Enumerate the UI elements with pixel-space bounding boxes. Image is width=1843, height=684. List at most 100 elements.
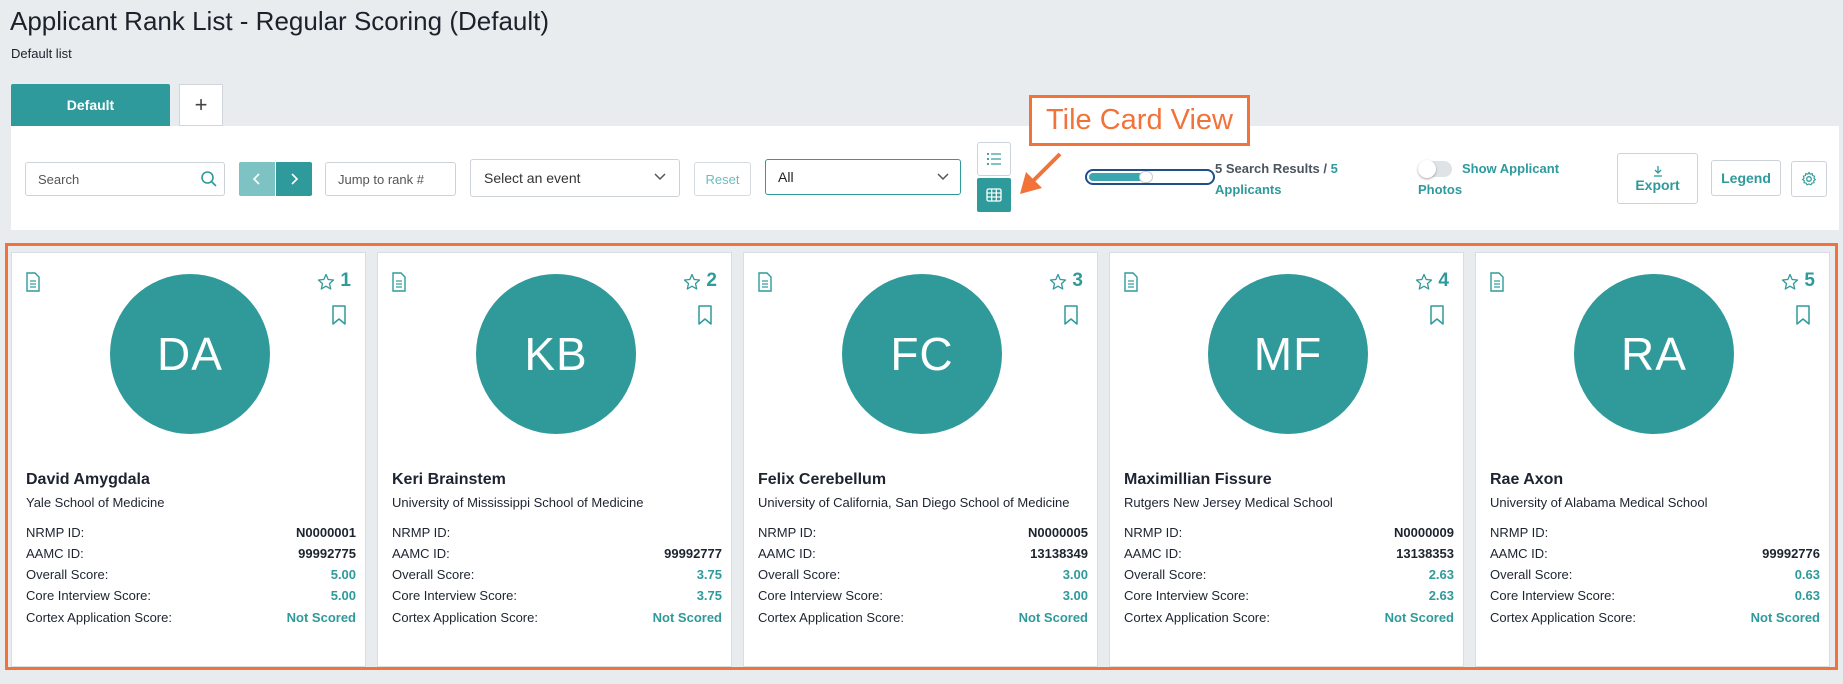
document-icon[interactable] [1123,272,1139,292]
nrmp-value: N0000005 [1028,525,1088,540]
core-interview-value: 3.00 [1062,588,1088,603]
tile-card-view-annotation: Tile Card View [1029,95,1250,146]
core-interview-label: Core Interview Score: [392,588,517,603]
cortex-score-row: Cortex Application Score: Not Scored [1124,610,1454,625]
document-icon[interactable] [25,272,41,292]
core-interview-label: Core Interview Score: [26,588,151,603]
applicant-name[interactable]: Maximillian Fissure [1124,471,1272,489]
aamc-value: 13138353 [1396,546,1454,561]
tile-view-button[interactable] [977,178,1011,212]
core-interview-row: Core Interview Score: 3.75 [392,588,722,603]
search-results-summary: 5 Search Results / 5 Applicants [1215,158,1355,200]
applicant-name[interactable]: Rae Axon [1490,471,1563,489]
annotation-arrow-icon [1020,152,1062,194]
star-icon[interactable] [1415,273,1433,291]
add-tab-button[interactable]: + [179,84,223,126]
applicant-school: University of California, San Diego Scho… [758,495,1070,510]
aamc-label: AAMC ID: [758,546,816,561]
search-input[interactable] [26,163,186,195]
cortex-score-row: Cortex Application Score: Not Scored [26,610,356,625]
applicant-name[interactable]: Keri Brainstem [392,471,506,489]
bookmark-icon[interactable] [1063,305,1079,325]
grid-icon [986,188,1002,202]
overall-score-row: Overall Score: 3.75 [392,567,722,582]
document-icon[interactable] [757,272,773,292]
bookmark-icon[interactable] [1429,305,1445,325]
search-box [25,162,225,196]
rank-number: 2 [706,270,717,291]
chevron-left-icon [252,173,260,185]
applicant-card[interactable]: 3 FC Felix Cerebellum University of Cali… [743,252,1098,667]
applicant-card[interactable]: 5 RA Rae Axon University of Alabama Medi… [1475,252,1830,667]
core-interview-value: 3.75 [696,588,722,603]
nrmp-value: N0000009 [1394,525,1454,540]
export-button[interactable]: Export [1617,153,1698,204]
applicant-card[interactable]: 1 DA David Amygdala Yale School of Medic… [11,252,366,667]
nrmp-value: N0000001 [296,525,356,540]
cortex-score-label: Cortex Application Score: [392,610,538,625]
star-icon[interactable] [1049,273,1067,291]
overall-score-value: 2.63 [1428,567,1454,582]
overall-score-row: Overall Score: 2.63 [1124,567,1454,582]
filter-select[interactable]: All [765,159,961,195]
aamc-value: 99992776 [1762,546,1820,561]
cortex-score-row: Cortex Application Score: Not Scored [392,610,722,625]
bookmark-icon[interactable] [697,305,713,325]
overall-score-row: Overall Score: 5.00 [26,567,356,582]
chevron-right-icon [291,173,299,185]
list-icon [986,152,1001,166]
list-view-button[interactable] [977,142,1011,176]
zoom-slider[interactable] [1085,169,1215,185]
avatar: KB [476,274,636,434]
cortex-score-label: Cortex Application Score: [26,610,172,625]
core-interview-row: Core Interview Score: 5.00 [26,588,356,603]
nrmp-row: NRMP ID: N0000009 [1124,525,1454,540]
avatar: FC [842,274,1002,434]
overall-score-label: Overall Score: [1124,567,1207,582]
export-label: Export [1635,176,1680,193]
rank-number: 4 [1438,270,1449,291]
reset-button[interactable]: Reset [694,162,751,196]
core-interview-row: Core Interview Score: 0.63 [1490,588,1820,603]
gear-icon [1801,171,1817,186]
tab-default[interactable]: Default [11,84,170,126]
star-icon[interactable] [317,273,335,291]
nrmp-label: NRMP ID: [26,525,85,540]
overall-score-value: 3.75 [696,567,722,582]
document-icon[interactable] [1489,272,1505,292]
nrmp-label: NRMP ID: [392,525,451,540]
search-icon[interactable] [200,170,218,188]
nrmp-row: NRMP ID: N0000001 [26,525,356,540]
legend-button[interactable]: Legend [1711,160,1781,196]
core-interview-label: Core Interview Score: [1490,588,1615,603]
cortex-score-label: Cortex Application Score: [1124,610,1270,625]
rank-number: 5 [1804,270,1815,291]
next-page-button[interactable] [276,162,312,196]
cortex-score-row: Cortex Application Score: Not Scored [1490,610,1820,625]
core-interview-value: 2.63 [1428,588,1454,603]
settings-button[interactable] [1791,161,1827,197]
jump-to-rank-input[interactable] [326,163,455,195]
bookmark-icon[interactable] [331,305,347,325]
overall-score-row: Overall Score: 0.63 [1490,567,1820,582]
previous-page-button[interactable] [239,162,275,196]
aamc-label: AAMC ID: [1490,546,1548,561]
toggle-knob [1418,160,1436,178]
applicant-name[interactable]: David Amygdala [26,471,150,489]
slider-knob[interactable] [1140,172,1152,182]
overall-score-value: 5.00 [330,567,356,582]
applicant-card[interactable]: 2 KB Keri Brainstem University of Missis… [377,252,732,667]
aamc-row: AAMC ID: 99992776 [1490,546,1820,561]
applicant-name[interactable]: Felix Cerebellum [758,471,886,489]
aamc-label: AAMC ID: [1124,546,1182,561]
avatar: MF [1208,274,1368,434]
event-select[interactable]: Select an event [470,159,680,197]
star-icon[interactable] [1781,273,1799,291]
applicant-card[interactable]: 4 MF Maximillian Fissure Rutgers New Jer… [1109,252,1464,667]
document-icon[interactable] [391,272,407,292]
bookmark-icon[interactable] [1795,305,1811,325]
star-icon[interactable] [683,273,701,291]
overall-score-label: Overall Score: [758,567,841,582]
nrmp-row: NRMP ID: [392,525,722,540]
show-photos-toggle[interactable] [1418,160,1452,178]
